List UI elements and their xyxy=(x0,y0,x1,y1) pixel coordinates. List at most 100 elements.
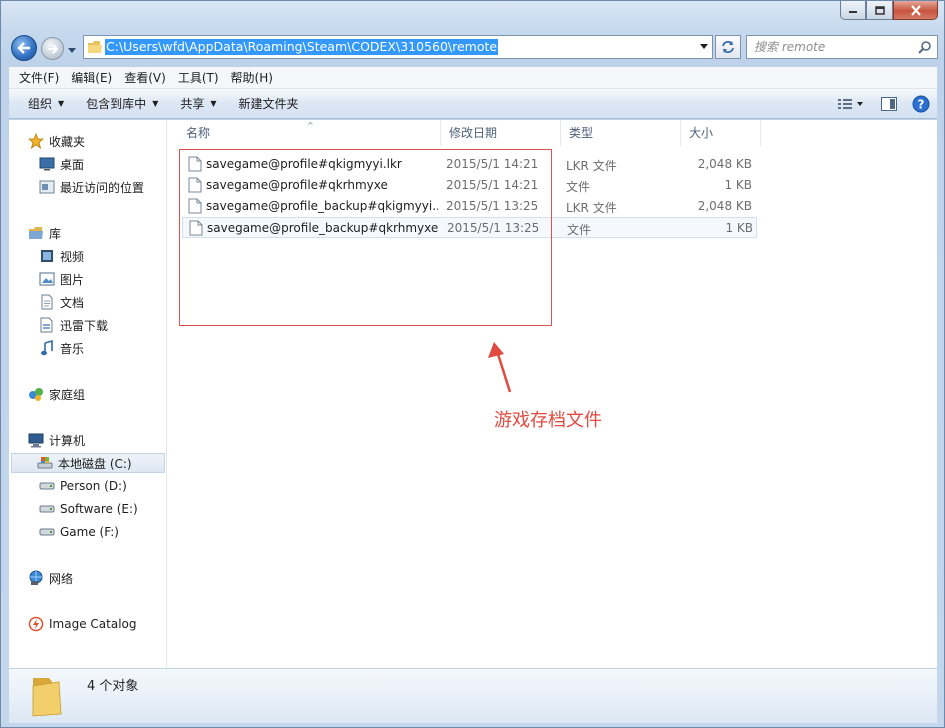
nav-drive-e[interactable]: Software (E:) xyxy=(38,499,138,519)
new-folder-button[interactable]: 新建文件夹 xyxy=(230,92,308,116)
menu-view[interactable]: 查看(V) xyxy=(118,69,172,86)
nav-music-label: 音乐 xyxy=(60,341,85,356)
address-bar[interactable]: C:\Users\wfd\AppData\Roaming\Steam\CODEX… xyxy=(83,35,713,59)
drive-icon xyxy=(38,478,56,494)
preview-pane-icon xyxy=(881,97,897,111)
organize-button[interactable]: 组织 ▼ xyxy=(19,92,73,116)
nav-drive-d[interactable]: Person (D:) xyxy=(38,476,127,496)
address-path[interactable]: C:\Users\wfd\AppData\Roaming\Steam\CODEX… xyxy=(105,39,499,55)
nav-homegroup-label: 家庭组 xyxy=(49,387,86,402)
share-button[interactable]: 共享 ▼ xyxy=(171,92,225,116)
file-size: 1 KB xyxy=(725,221,753,235)
folder-icon xyxy=(32,678,62,717)
nav-desktop-label: 桌面 xyxy=(60,157,85,172)
nav-homegroup[interactable]: 家庭组 xyxy=(27,384,85,404)
preview-pane-button[interactable] xyxy=(873,92,905,116)
nav-pictures-label: 图片 xyxy=(60,272,85,287)
nav-videos[interactable]: 视频 xyxy=(38,246,84,266)
minimize-button[interactable] xyxy=(840,1,866,20)
nav-drive-c-label: 本地磁盘 (C:) xyxy=(58,456,132,471)
picture-icon xyxy=(38,271,56,287)
file-type: LKR 文件 xyxy=(566,159,617,173)
nav-favorites[interactable]: 收藏夹 xyxy=(27,131,85,151)
nav-xunlei-downloads[interactable]: 迅雷下载 xyxy=(38,315,108,335)
star-icon xyxy=(27,133,45,149)
image-catalog-icon xyxy=(27,616,45,632)
nav-documents[interactable]: 文档 xyxy=(38,292,84,312)
column-header-type-label: 类型 xyxy=(569,126,594,140)
nav-pictures[interactable]: 图片 xyxy=(38,269,84,289)
nav-image-catalog[interactable]: Image Catalog xyxy=(27,614,136,634)
maximize-icon xyxy=(874,5,885,15)
column-header-date-label: 修改日期 xyxy=(449,126,498,140)
file-type: 文件 xyxy=(567,223,592,237)
recent-pages-dropdown[interactable] xyxy=(68,43,78,53)
forward-button[interactable] xyxy=(41,37,64,60)
close-button[interactable] xyxy=(893,1,938,20)
help-icon: ? xyxy=(912,95,930,113)
nav-music[interactable]: 音乐 xyxy=(38,338,84,358)
back-button[interactable] xyxy=(11,35,37,61)
chevron-down-icon xyxy=(68,48,76,53)
nav-recent-places-label: 最近访问的位置 xyxy=(60,180,145,195)
chevron-down-icon[interactable] xyxy=(700,44,708,50)
file-size: 1 KB xyxy=(724,178,752,192)
refresh-button[interactable] xyxy=(715,35,741,59)
file-list: 名称 ^ 修改日期 类型 大小 savegame@profile#qkigmyy… xyxy=(168,120,937,668)
chevron-down-icon: ▼ xyxy=(152,99,159,108)
computer-icon xyxy=(27,432,45,448)
search-input[interactable] xyxy=(754,37,914,57)
svg-text:?: ? xyxy=(918,98,925,112)
column-header-size[interactable]: 大小 xyxy=(681,120,761,146)
nav-drive-d-label: Person (D:) xyxy=(60,479,127,493)
annotation-highlight-box xyxy=(179,149,552,326)
nav-computer-label: 计算机 xyxy=(49,433,86,448)
menu-file[interactable]: 文件(F) xyxy=(13,69,65,86)
menu-edit[interactable]: 编辑(E) xyxy=(65,69,118,86)
nav-desktop[interactable]: 桌面 xyxy=(38,154,84,174)
address-row: C:\Users\wfd\AppData\Roaming\Steam\CODEX… xyxy=(9,32,938,62)
nav-drive-f[interactable]: Game (F:) xyxy=(38,522,119,542)
menu-tools[interactable]: 工具(T) xyxy=(172,69,225,86)
nav-recent-places[interactable]: 最近访问的位置 xyxy=(38,177,144,197)
nav-documents-label: 文档 xyxy=(60,295,85,310)
nav-libraries-label: 库 xyxy=(49,226,62,241)
explorer-window: C:\Users\wfd\AppData\Roaming\Steam\CODEX… xyxy=(0,0,945,728)
include-in-library-button[interactable]: 包含到库中 ▼ xyxy=(77,92,167,116)
column-header-size-label: 大小 xyxy=(689,126,714,140)
column-header-date[interactable]: 修改日期 xyxy=(441,120,561,146)
menu-help[interactable]: 帮助(H) xyxy=(225,69,279,86)
nav-drive-c[interactable]: 本地磁盘 (C:) xyxy=(11,453,165,473)
navigation-pane: 收藏夹 桌面 最近访问的位置 库 视频 图片 文档 迅雷下载 音乐 家庭组 计算… xyxy=(9,120,167,668)
include-in-library-label: 包含到库中 xyxy=(86,97,147,111)
nav-xunlei-downloads-label: 迅雷下载 xyxy=(60,318,109,333)
file-type: 文件 xyxy=(566,180,591,194)
nav-network[interactable]: 网络 xyxy=(27,568,73,588)
back-arrow-icon xyxy=(17,42,30,54)
search-icon[interactable] xyxy=(918,40,932,54)
change-view-button[interactable] xyxy=(829,92,873,116)
window-controls xyxy=(840,1,938,20)
forward-arrow-icon xyxy=(47,43,58,54)
sort-ascending-icon: ^ xyxy=(307,121,314,130)
command-bar: 组织 ▼ 包含到库中 ▼ 共享 ▼ 新建文件夹 ? xyxy=(9,89,937,119)
refresh-icon xyxy=(722,41,734,53)
search-box[interactable] xyxy=(746,35,938,59)
nav-image-catalog-label: Image Catalog xyxy=(49,617,137,631)
column-header-type[interactable]: 类型 xyxy=(561,120,681,146)
document-icon xyxy=(38,294,56,310)
homegroup-icon xyxy=(27,386,45,402)
close-icon xyxy=(910,4,921,16)
folder-icon xyxy=(88,41,102,53)
drive-icon xyxy=(38,524,56,540)
new-folder-label: 新建文件夹 xyxy=(238,97,299,111)
file-type: LKR 文件 xyxy=(566,201,617,215)
nav-network-label: 网络 xyxy=(49,571,74,586)
maximize-button[interactable] xyxy=(866,1,893,20)
organize-label: 组织 xyxy=(28,97,53,111)
content-area: 收藏夹 桌面 最近访问的位置 库 视频 图片 文档 迅雷下载 音乐 家庭组 计算… xyxy=(9,120,937,668)
nav-libraries[interactable]: 库 xyxy=(27,223,61,243)
help-button[interactable]: ? xyxy=(905,92,937,116)
details-pane: 4 个对象 xyxy=(9,668,937,723)
nav-computer[interactable]: 计算机 xyxy=(27,430,85,450)
